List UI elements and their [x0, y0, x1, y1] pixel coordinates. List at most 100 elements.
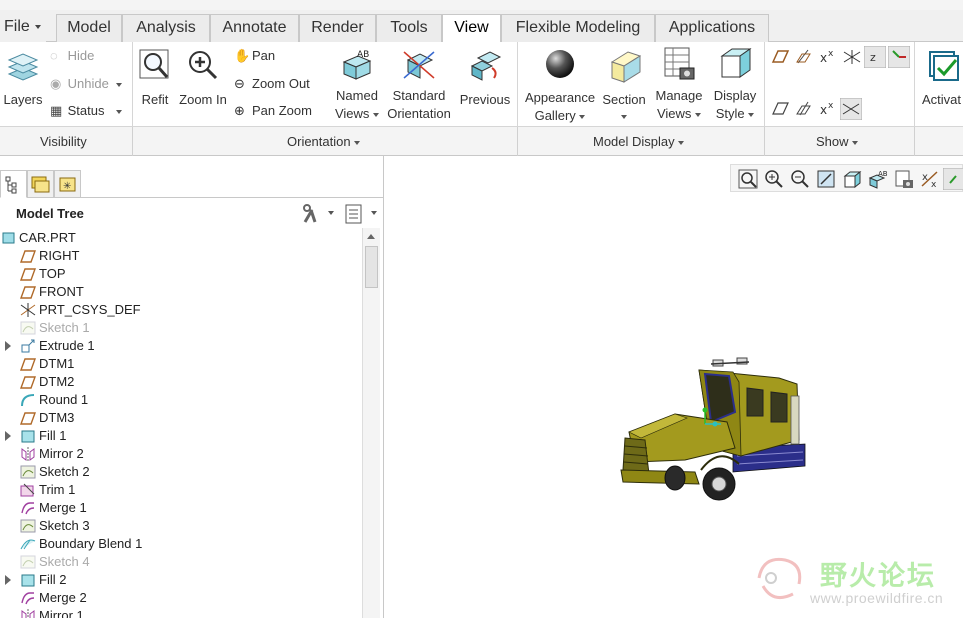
tree-item[interactable]: PRT_CSYS_DEF — [0, 301, 362, 319]
tree-item[interactable]: Fill 2 — [0, 571, 362, 589]
tab-tools[interactable]: Tools — [376, 14, 442, 42]
unhide-button[interactable]: ◉ Unhide — [50, 75, 123, 93]
expand-arrow-icon[interactable] — [5, 431, 11, 441]
truck-model[interactable] — [615, 352, 815, 512]
display-style-icon[interactable] — [841, 168, 863, 190]
plane-tag-icon[interactable] — [770, 100, 790, 118]
tab-analysis[interactable]: Analysis — [122, 14, 210, 42]
tree-item[interactable]: Sketch 2 — [0, 463, 362, 481]
tab-file[interactable]: File — [0, 14, 46, 42]
chevron-down-icon[interactable] — [371, 211, 377, 215]
tree-item[interactable]: Sketch 3 — [0, 517, 362, 535]
standard-orientation-button[interactable]: Standard Orientation — [386, 46, 452, 122]
chevron-down-icon[interactable] — [328, 211, 334, 215]
tree-item[interactable]: DTM3 — [0, 409, 362, 427]
tree-item[interactable]: FRONT — [0, 283, 362, 301]
plane-display-icon[interactable] — [770, 48, 790, 66]
tree-item-label: Mirror 1 — [39, 608, 84, 618]
point-display-icon[interactable]: xx — [818, 48, 838, 66]
tree-item[interactable]: TOP — [0, 265, 362, 283]
axis-tag-icon[interactable] — [794, 100, 814, 118]
tab-flexible-modeling[interactable]: Flexible Modeling — [501, 14, 655, 42]
hide-button[interactable]: ◌ Hide — [50, 47, 94, 65]
manage-views-button[interactable]: Manage Views — [652, 46, 706, 122]
named-views-button[interactable]: AB Named Views — [330, 46, 384, 122]
tree-item-label: Round 1 — [39, 392, 89, 407]
expand-arrow-icon[interactable] — [5, 341, 11, 351]
tree-item[interactable]: Extrude 1 — [0, 337, 362, 355]
layers-button[interactable]: Layers — [2, 48, 44, 110]
chevron-down-icon — [35, 24, 42, 29]
tab-applications[interactable]: Applications — [655, 14, 769, 42]
tree-item[interactable]: DTM2 — [0, 373, 362, 391]
expand-arrow-icon[interactable] — [5, 575, 11, 585]
refit-button[interactable]: Refit — [136, 46, 174, 108]
navigator-tabs: ✳ — [0, 170, 384, 198]
tree-item[interactable]: CAR.PRT — [0, 229, 362, 247]
zoom-in-label: Zoom In — [179, 92, 227, 107]
tree-item-label: Trim 1 — [39, 482, 76, 497]
tree-item[interactable]: Merge 1 — [0, 499, 362, 517]
axis-display-icon[interactable] — [794, 48, 814, 66]
display-style-button[interactable]: Display Style — [708, 46, 762, 122]
group-orientation[interactable]: Orientation — [287, 134, 361, 149]
appearance-gallery-button[interactable]: Appearance Gallery — [522, 46, 598, 123]
pan-button[interactable]: ✋ Pan — [234, 47, 275, 65]
group-visibility-label: Visibility — [40, 134, 87, 149]
scrollbar-thumb[interactable] — [365, 246, 378, 288]
tab-favorites[interactable]: ✳ — [54, 170, 81, 198]
tree-item[interactable]: DTM1 — [0, 355, 362, 373]
tab-model-tree[interactable] — [0, 170, 27, 198]
spin-center-icon[interactable] — [888, 46, 910, 68]
tree-item[interactable]: Fill 1 — [0, 427, 362, 445]
show-menu-icon[interactable] — [344, 203, 364, 225]
activate-button[interactable]: Activat — [920, 46, 963, 108]
datum-plane-icon — [20, 268, 36, 281]
previous-view-button[interactable]: Previous — [456, 46, 514, 108]
csys-tag-icon[interactable] — [840, 98, 862, 120]
group-show[interactable]: Show — [816, 134, 859, 149]
chevron-down-icon — [116, 109, 123, 114]
tree-item[interactable]: Sketch 4 — [0, 553, 362, 571]
zoom-out-button[interactable]: ⊖ Zoom Out — [234, 75, 310, 93]
tab-view[interactable]: View — [442, 14, 501, 43]
tree-item[interactable]: Sketch 1 — [0, 319, 362, 337]
tree-item[interactable]: Trim 1 — [0, 481, 362, 499]
graphics-window[interactable]: AB xx 野火论坛 www.proewildfire.cn — [385, 156, 963, 618]
pan-zoom-button[interactable]: ⊕ Pan Zoom — [234, 102, 312, 120]
zoom-in-icon[interactable] — [763, 168, 785, 190]
point-tag-icon[interactable]: xx — [818, 100, 838, 118]
tab-render[interactable]: Render — [299, 14, 376, 42]
datum-display-filters-icon[interactable]: xx — [919, 168, 941, 190]
repaint-icon[interactable] — [815, 168, 837, 190]
tree-item-label: DTM2 — [39, 374, 75, 389]
tree-settings-icon[interactable] — [300, 204, 322, 224]
view-manager-icon[interactable] — [893, 168, 915, 190]
tree-item-label: DTM1 — [39, 356, 75, 371]
csys-display-icon[interactable] — [842, 48, 862, 66]
tree-item[interactable]: Mirror 2 — [0, 445, 362, 463]
zoom-out-icon[interactable] — [789, 168, 811, 190]
tab-model[interactable]: Model — [56, 14, 122, 42]
tree-item-label: Merge 1 — [39, 500, 87, 515]
status-button[interactable]: ▦ Status — [50, 102, 123, 120]
sketch-icon — [20, 555, 36, 569]
annotation-display-icon[interactable]: z — [864, 46, 886, 68]
tab-annotate[interactable]: Annotate — [210, 14, 299, 42]
saved-orientations-icon[interactable]: AB — [867, 168, 889, 190]
chevron-down-icon — [678, 140, 685, 145]
tree-item[interactable]: Merge 2 — [0, 589, 362, 607]
tree-item[interactable]: Round 1 — [0, 391, 362, 409]
scroll-up-icon[interactable] — [367, 234, 375, 239]
spin-center-icon[interactable] — [943, 168, 963, 190]
refit-icon[interactable] — [737, 168, 759, 190]
tree-item[interactable]: RIGHT — [0, 247, 362, 265]
tree-item[interactable]: Boundary Blend 1 — [0, 535, 362, 553]
tab-folder-browser[interactable] — [27, 170, 54, 198]
model-tree-scrollbar[interactable] — [362, 228, 380, 618]
tree-item-label: Fill 1 — [39, 428, 67, 443]
zoom-in-button[interactable]: Zoom In — [178, 46, 228, 108]
group-model-display[interactable]: Model Display — [593, 134, 685, 149]
section-button[interactable]: Section — [598, 46, 650, 122]
tree-item[interactable]: Mirror 1 — [0, 607, 362, 618]
